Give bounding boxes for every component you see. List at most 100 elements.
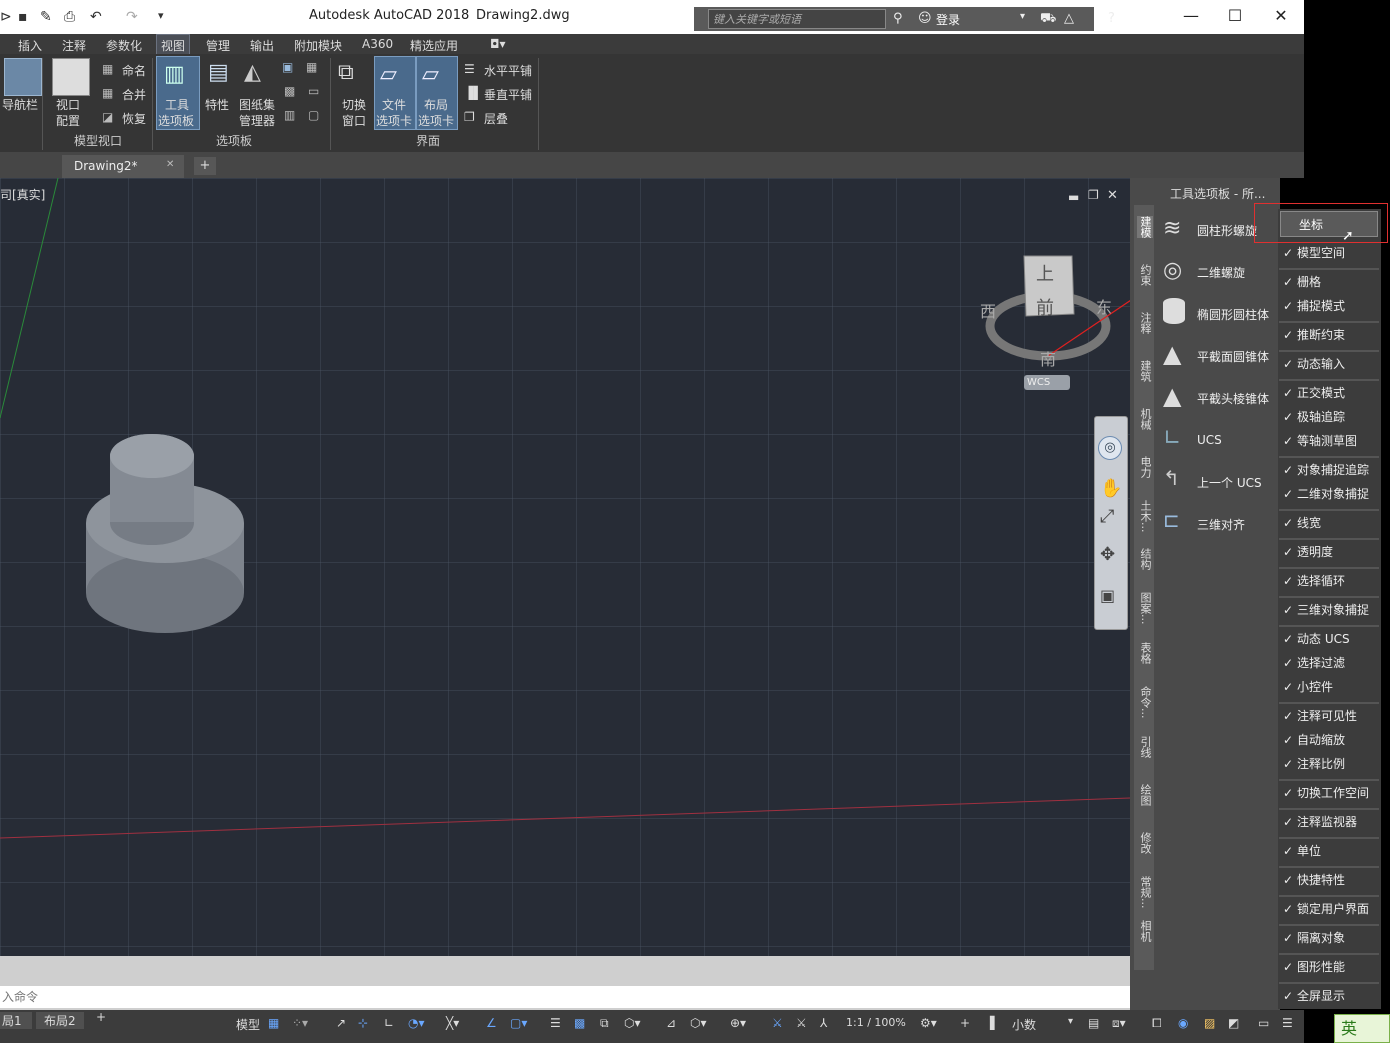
isodraft-icon[interactable]: ╳▾ [446, 1016, 459, 1030]
menu-item[interactable]: ✓ 推断约束 [1279, 324, 1379, 346]
quick-access-dropdown-icon[interactable]: ▾ [158, 9, 164, 22]
menu-item[interactable]: ✓ 单位 [1279, 840, 1379, 862]
compass-east[interactable]: 东 [1096, 294, 1112, 318]
palette-small-icon-4[interactable]: ▭ [308, 84, 319, 98]
palette-tab-hatch[interactable]: 图案... [1137, 592, 1153, 625]
quick-props-icon[interactable]: ▤ [1088, 1016, 1099, 1030]
polar-icon[interactable]: ◔▾ [408, 1016, 425, 1030]
palette-tab-leaders[interactable]: 引线 [1137, 736, 1153, 758]
close-button[interactable]: ✕ [1266, 6, 1296, 25]
hardware-accel-icon[interactable]: ◉ [1178, 1016, 1188, 1030]
viewport-config-label-1[interactable]: 视口 [56, 96, 80, 113]
osnap-icon[interactable]: ▢▾ [510, 1016, 527, 1030]
cascade-button[interactable]: 层叠 [484, 110, 508, 127]
menu-item[interactable]: ✓ 切换工作空间 [1279, 782, 1379, 804]
palette-item-frustum-cone[interactable]: 平截面圆锥体 [1197, 348, 1269, 365]
showmotion-icon[interactable]: ▣ [1100, 586, 1115, 605]
palette-small-icon-2[interactable]: ▦ [306, 60, 317, 74]
properties-button[interactable]: 特性 [205, 96, 229, 113]
switch-window-label-1[interactable]: 切换 [342, 96, 366, 113]
menu-item[interactable]: ✓ 注释比例 [1279, 753, 1379, 775]
menu-item[interactable]: ✓ 正交模式 [1279, 382, 1379, 404]
filter-icon[interactable]: ⬡▾ [690, 1016, 707, 1030]
command-input[interactable]: 入命令 [0, 986, 1130, 1008]
annotation-visibility-icon[interactable]: ⚔ [772, 1016, 783, 1030]
palette-tab-constraints[interactable]: 约束 [1137, 264, 1153, 286]
compass-south[interactable]: 南 [1040, 346, 1056, 370]
viewcube-top-label[interactable]: 上 [1036, 260, 1054, 286]
palette-tab-annotation[interactable]: 注释 [1137, 312, 1153, 334]
menu-item[interactable]: ✓ 极轴追踪 [1279, 406, 1379, 428]
palette-tab-civil[interactable]: 土木... [1137, 500, 1153, 533]
lineweight-icon[interactable]: ☰ [550, 1016, 561, 1030]
maximize-button[interactable]: ☐ [1220, 6, 1250, 25]
tile-horizontal-button[interactable]: 水平平铺 [484, 62, 532, 79]
selection-cycling-icon[interactable]: ⧉ [600, 1016, 609, 1031]
palette-item-ucs[interactable]: UCS [1197, 433, 1222, 447]
drawing-viewport[interactable] [0, 178, 1130, 956]
doc-tab-close-icon[interactable]: ✕ [166, 159, 174, 170]
menu-item[interactable]: ✓ 线宽 [1279, 512, 1379, 534]
transparency-icon[interactable]: ▩ [574, 1016, 585, 1030]
dyn-input-icon[interactable]: ⊹ [358, 1016, 368, 1030]
menu-item[interactable]: ✓ 等轴测草图 [1279, 430, 1379, 452]
switch-window-label-2[interactable]: 窗口 [342, 112, 366, 129]
steering-wheel-icon[interactable]: ◎ [1098, 436, 1122, 460]
fullscreen-icon[interactable]: ▭ [1258, 1016, 1269, 1030]
palette-item-cylinder-helix[interactable]: 圆柱形螺旋 [1197, 222, 1257, 239]
navbar-toggle-icon[interactable] [4, 58, 42, 96]
orbit-icon[interactable]: ✥ [1100, 544, 1115, 565]
sheetset-label-1[interactable]: 图纸集 [239, 96, 275, 113]
tab-a360[interactable]: A360 [362, 37, 393, 51]
palette-tab-command[interactable]: 命令... [1137, 686, 1153, 719]
3d-osnap-icon[interactable]: ⬡▾ [624, 1016, 641, 1030]
model-space-button[interactable]: 模型 [236, 1016, 260, 1033]
palette-item-2d-helix[interactable]: 二维螺旋 [1197, 264, 1245, 281]
clean-screen-icon-2[interactable]: ◩ [1228, 1016, 1239, 1030]
menu-item[interactable]: ✓ 对象捕捉追踪 [1279, 459, 1379, 481]
viewport-close-icon[interactable]: ✕ [1107, 188, 1118, 203]
menu-item[interactable]: ✓ 选择过滤 [1279, 652, 1379, 674]
minimize-button[interactable]: — [1176, 6, 1206, 25]
ime-indicator[interactable]: 英 [1334, 1014, 1390, 1043]
sheetset-label-2[interactable]: 管理器 [239, 112, 275, 129]
open-icon[interactable]: ⊳ [0, 9, 12, 25]
tab-extra-icon[interactable]: ◘▾ [490, 37, 506, 51]
zoom-icon[interactable]: ⤢ [1100, 506, 1114, 527]
binoculars-icon[interactable]: ⚲ [893, 11, 903, 26]
login-dropdown-icon[interactable]: ▾ [1020, 11, 1025, 22]
palette-tab-modify[interactable]: 修改 [1137, 832, 1153, 854]
palette-tab-tables[interactable]: 表格 [1137, 642, 1153, 664]
viewport-minimize-icon[interactable]: ▬ [1068, 190, 1079, 204]
palette-tab-general[interactable]: 常规... [1137, 876, 1153, 909]
exchange-icon[interactable]: △ [1064, 11, 1074, 26]
palette-tab-camera[interactable]: 相机 [1137, 920, 1153, 942]
infer-icon[interactable]: ↗ [336, 1016, 346, 1030]
tab-addins[interactable]: 附加模块 [294, 37, 342, 54]
palette-item-ucs-previous[interactable]: 上一个 UCS [1197, 474, 1262, 491]
snap-icon[interactable]: ⁘▾ [292, 1016, 308, 1030]
menu-item[interactable]: ✓ 注释可见性 [1279, 705, 1379, 727]
units-dropdown-icon[interactable]: ▾ [1068, 1016, 1073, 1027]
menu-item[interactable]: ✓ 三维对象捕捉 [1279, 599, 1379, 621]
palette-tab-architecture[interactable]: 建筑 [1137, 360, 1153, 382]
menu-item[interactable]: ✓ 快捷特性 [1279, 869, 1379, 891]
group-palettes[interactable]: 选项板 [216, 132, 252, 149]
customize-icon[interactable]: ☰ [1282, 1016, 1293, 1030]
layout-tab-1[interactable]: 局1 [0, 1012, 32, 1029]
save-as-icon[interactable]: ✎ [40, 9, 52, 25]
tab-output[interactable]: 输出 [250, 37, 274, 54]
cart-icon[interactable]: ⛟ [1040, 11, 1056, 28]
units-value[interactable]: 小数 [1012, 1016, 1036, 1033]
units-icon[interactable]: ▌ [990, 1016, 999, 1030]
palette-item-3d-align[interactable]: 三维对齐 [1197, 516, 1245, 533]
viewcube-front-label[interactable]: 前 [1036, 294, 1054, 320]
menu-item[interactable]: ✓ 选择循环 [1279, 570, 1379, 592]
palette-tab-mechanical[interactable]: 机械 [1137, 408, 1153, 430]
search-input[interactable]: 键入关键字或短语 [708, 9, 886, 29]
menu-item[interactable]: ✓ 动态输入 [1279, 353, 1379, 375]
menu-item[interactable]: ✓ 模型空间 [1279, 242, 1379, 264]
tab-annotate[interactable]: 注释 [62, 37, 86, 54]
menu-item[interactable]: ✓ 小控件 [1279, 676, 1379, 698]
layout-tab-2[interactable]: 布局2 [36, 1012, 84, 1029]
